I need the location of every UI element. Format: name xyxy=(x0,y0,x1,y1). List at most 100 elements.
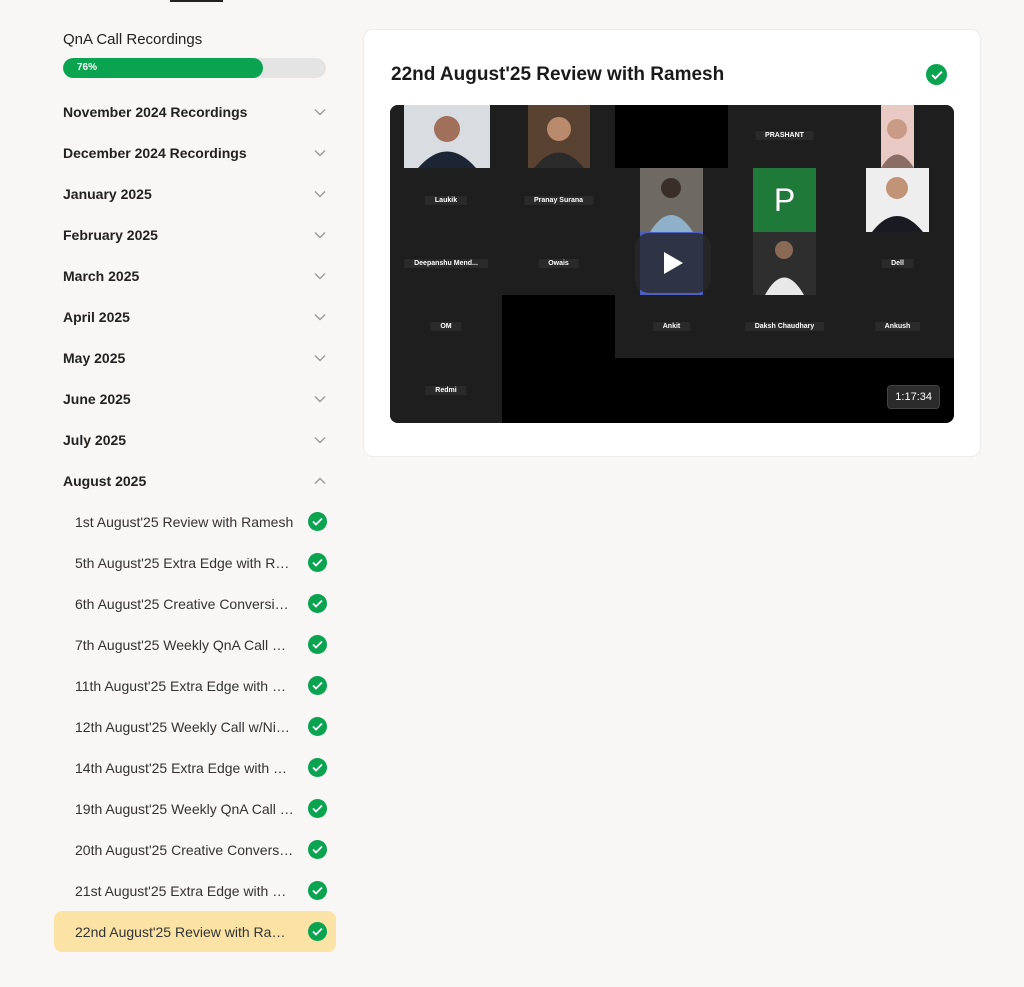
check-circle-icon xyxy=(308,840,327,859)
section-february-2025[interactable]: February 2025 xyxy=(54,214,336,255)
person-avatar-icon xyxy=(881,105,914,168)
check-circle-icon xyxy=(308,922,327,941)
participant-video-tile: Laukik xyxy=(390,168,502,232)
person-avatar-icon xyxy=(866,168,929,232)
participant-name: Daksh Chaudhary xyxy=(744,322,825,331)
check-circle-icon xyxy=(308,676,327,695)
lesson-content-card: 22nd August'25 Review with Ramesh PRASHA… xyxy=(363,29,981,457)
section-march-2025[interactable]: March 2025 xyxy=(54,255,336,296)
participant-name: Deepanshu Mend... xyxy=(404,259,488,268)
lesson-item[interactable]: 5th August'25 Extra Edge with Ramesh xyxy=(54,542,336,583)
lesson-item[interactable]: 7th August'25 Weekly QnA Call w/ Ishan xyxy=(54,624,336,665)
participant-video-tile: P xyxy=(728,168,841,232)
video-player[interactable]: PRASHANT Laukik Pranay Surana P Deepansh… xyxy=(390,105,954,423)
lesson-title: 22nd August'25 Review with Ramesh xyxy=(391,64,725,85)
lesson-label: 5th August'25 Extra Edge with Ramesh xyxy=(75,554,295,571)
participant-video-tile: Daksh Chaudhary xyxy=(728,295,841,358)
lesson-label: 19th August'25 Weekly QnA Call with Isha… xyxy=(75,800,295,817)
participant-video-tile xyxy=(502,105,615,168)
lesson-label: 12th August'25 Weekly Call w/Nishant xyxy=(75,718,295,735)
person-avatar-icon xyxy=(404,105,490,168)
section-list: November 2024 Recordings December 2024 R… xyxy=(54,91,336,952)
participant-video-tile: PRASHANT xyxy=(728,105,841,168)
check-circle-icon xyxy=(926,64,947,85)
section-july-2025[interactable]: July 2025 xyxy=(54,419,336,460)
check-circle-icon xyxy=(308,881,327,900)
participant-name: Ankit xyxy=(652,322,691,331)
section-december-2024[interactable]: December 2024 Recordings xyxy=(54,132,336,173)
section-label: February 2025 xyxy=(63,226,158,243)
check-circle-icon xyxy=(308,594,327,613)
lesson-list: 1st August'25 Review with Ramesh 5th Aug… xyxy=(54,501,336,952)
participant-video-tile: Pranay Surana xyxy=(502,168,615,232)
section-label: March 2025 xyxy=(63,267,140,284)
participant-video-tile: Dell xyxy=(841,232,954,295)
play-icon xyxy=(664,252,683,274)
section-november-2024[interactable]: November 2024 Recordings xyxy=(54,91,336,132)
chevron-down-icon xyxy=(314,229,326,241)
lesson-item[interactable]: 6th August'25 Creative Conversion Call xyxy=(54,583,336,624)
chevron-down-icon xyxy=(314,188,326,200)
participant-name: PRASHANT xyxy=(755,131,814,140)
participant-video-tile: OM xyxy=(390,295,502,359)
section-august-2025[interactable]: August 2025 xyxy=(54,460,336,501)
participant-video-tile: Owais xyxy=(502,232,615,295)
participant-video-tile: Ankush xyxy=(841,295,954,358)
lesson-label: 11th August'25 Extra Edge with Ramesh xyxy=(75,677,295,694)
participant-video-tile xyxy=(728,232,841,295)
participant-video-tile: Deepanshu Mend... xyxy=(390,232,502,295)
section-label: December 2024 Recordings xyxy=(63,144,247,161)
person-avatar-icon xyxy=(640,168,703,232)
participant-video-tile xyxy=(841,168,954,232)
play-button[interactable] xyxy=(635,233,711,293)
lesson-label: 1st August'25 Review with Ramesh xyxy=(75,513,294,530)
top-tab-underline xyxy=(170,0,223,2)
lesson-item[interactable]: 20th August'25 Creative Conversion Call xyxy=(54,829,336,870)
participant-name: OM xyxy=(430,322,462,331)
lesson-item[interactable]: 11th August'25 Extra Edge with Ramesh xyxy=(54,665,336,706)
section-label: July 2025 xyxy=(63,431,127,448)
check-circle-icon xyxy=(308,635,327,654)
check-circle-icon xyxy=(308,553,327,572)
section-june-2025[interactable]: June 2025 xyxy=(54,378,336,419)
course-sidebar: QnA Call Recordings 76% November 2024 Re… xyxy=(54,30,336,952)
participant-name: Dell xyxy=(881,259,914,268)
lesson-item-active[interactable]: 22nd August'25 Review with Ramesh xyxy=(54,911,336,952)
chevron-down-icon xyxy=(314,311,326,323)
participant-video-tile: Ankit xyxy=(615,295,728,358)
lesson-label: 7th August'25 Weekly QnA Call w/ Ishan xyxy=(75,636,295,653)
section-label: November 2024 Recordings xyxy=(63,103,248,120)
course-title: QnA Call Recordings xyxy=(63,31,203,48)
chevron-down-icon xyxy=(314,434,326,446)
lesson-item[interactable]: 1st August'25 Review with Ramesh xyxy=(54,501,336,542)
lesson-label: 22nd August'25 Review with Ramesh xyxy=(75,923,295,940)
section-may-2025[interactable]: May 2025 xyxy=(54,337,336,378)
section-label: May 2025 xyxy=(63,349,126,366)
participant-name: Pranay Surana xyxy=(523,196,594,205)
section-label: January 2025 xyxy=(63,185,152,202)
lesson-item[interactable]: 19th August'25 Weekly QnA Call with Isha… xyxy=(54,788,336,829)
lesson-item[interactable]: 12th August'25 Weekly Call w/Nishant xyxy=(54,706,336,747)
participant-video-tile: Redmi xyxy=(390,359,502,423)
chevron-down-icon xyxy=(314,270,326,282)
section-label: April 2025 xyxy=(63,308,130,325)
video-duration: 1:17:34 xyxy=(887,385,940,409)
check-circle-icon xyxy=(308,758,327,777)
section-april-2025[interactable]: April 2025 xyxy=(54,296,336,337)
participant-name: Redmi xyxy=(425,386,467,395)
lesson-label: 14th August'25 Extra Edge with Ramesh xyxy=(75,759,295,776)
section-label: August 2025 xyxy=(63,472,147,489)
participant-name: Laukik xyxy=(424,196,468,205)
course-progress-bar: 76% xyxy=(63,58,326,78)
chevron-down-icon xyxy=(314,393,326,405)
participant-name: Ankush xyxy=(874,322,921,331)
lesson-item[interactable]: 21st August'25 Extra Edge with Ramesh xyxy=(54,870,336,911)
lesson-label: 20th August'25 Creative Conversion Call xyxy=(75,841,295,858)
chevron-up-icon xyxy=(314,475,326,487)
section-january-2025[interactable]: January 2025 xyxy=(54,173,336,214)
person-avatar-icon xyxy=(528,105,590,168)
participant-video-tile xyxy=(841,105,954,168)
check-circle-icon xyxy=(308,799,327,818)
lesson-item[interactable]: 14th August'25 Extra Edge with Ramesh xyxy=(54,747,336,788)
person-avatar-icon xyxy=(753,232,816,295)
